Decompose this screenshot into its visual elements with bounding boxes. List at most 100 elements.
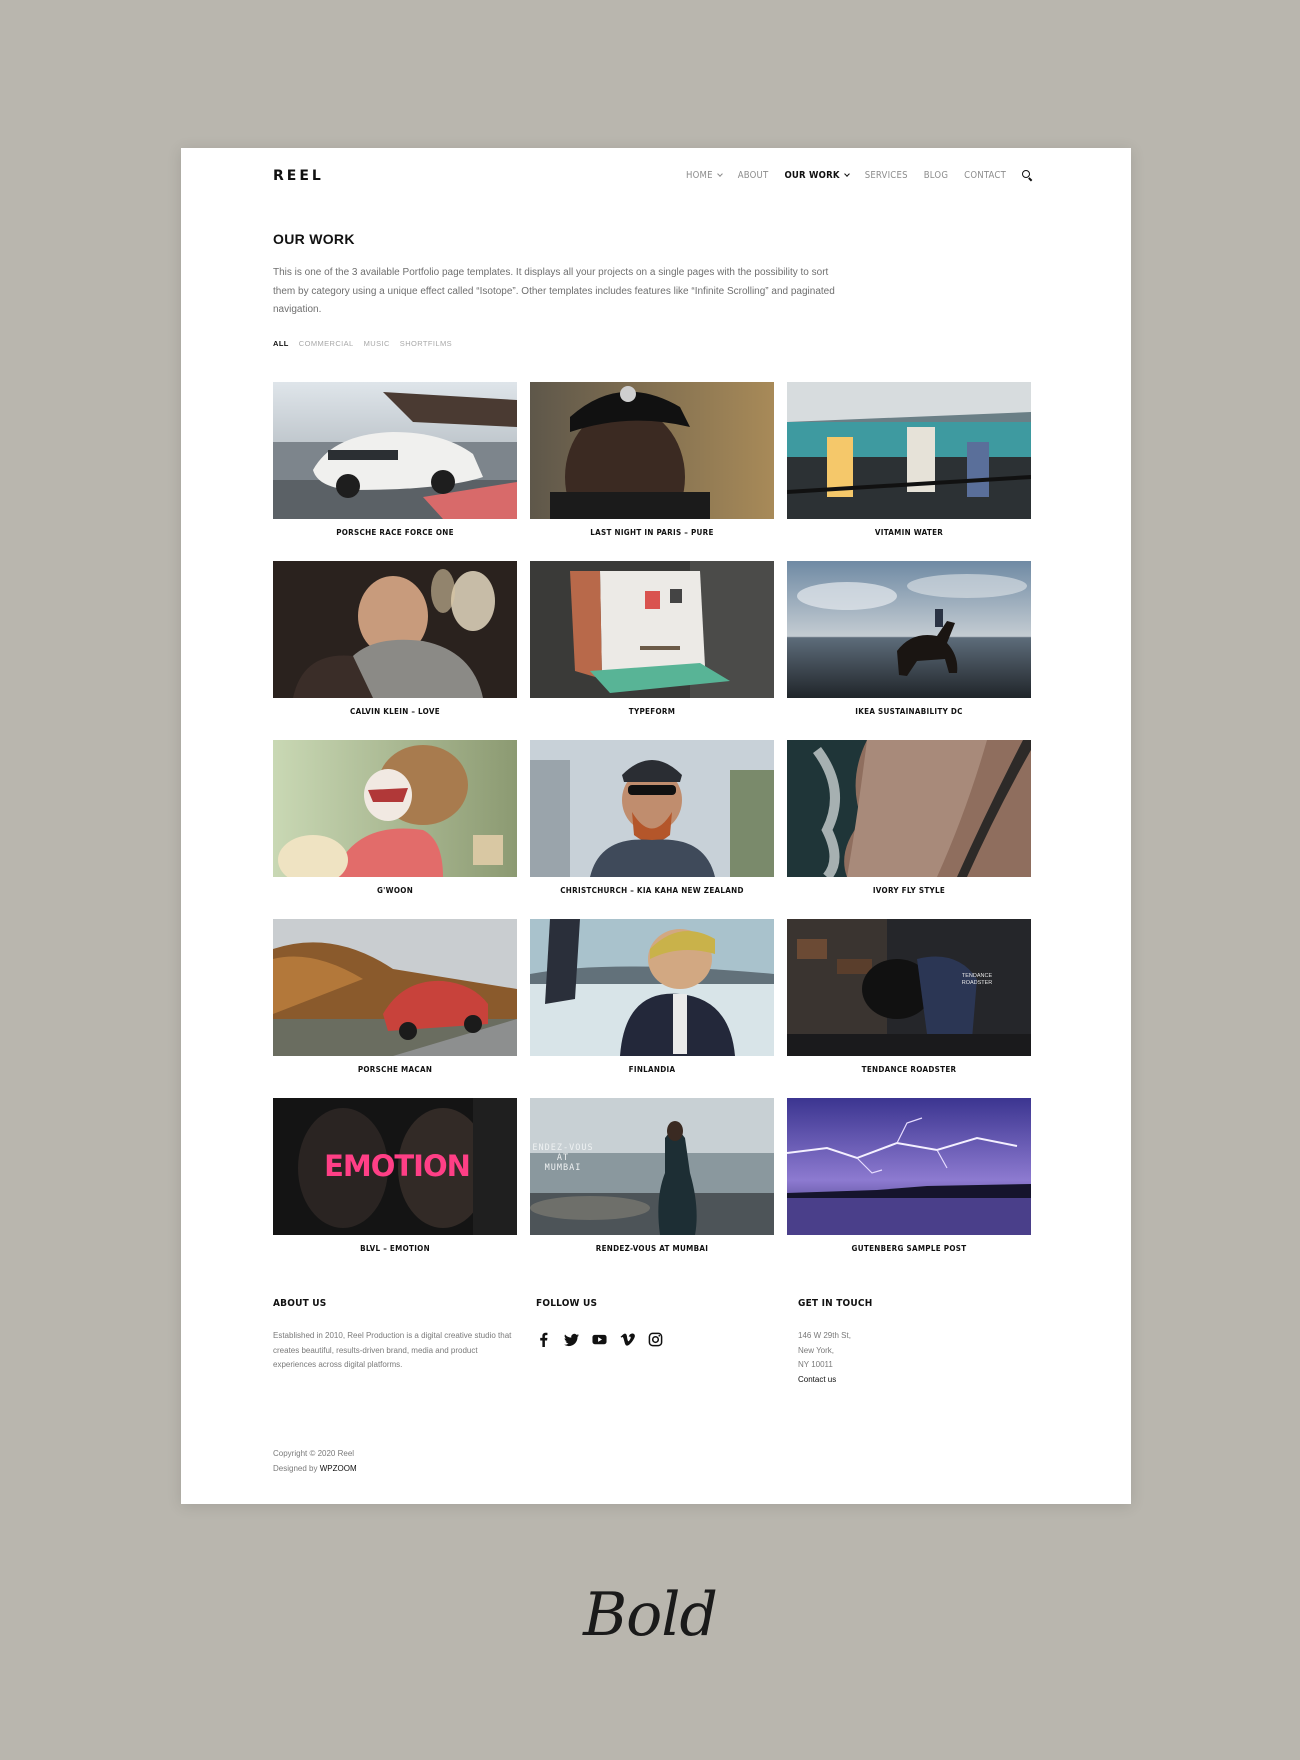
project-title[interactable]: TYPEFORM <box>530 707 774 716</box>
project-thumbnail[interactable] <box>273 740 517 877</box>
site-logo[interactable]: REEL <box>273 168 324 184</box>
vimeo-icon[interactable] <box>620 1332 635 1347</box>
portfolio-item[interactable]: VITAMIN WATER <box>787 382 1031 561</box>
social-links <box>536 1332 663 1347</box>
project-title[interactable]: BLVL – EMOTION <box>273 1244 517 1253</box>
nav-item-blog[interactable]: BLOG <box>924 170 948 181</box>
thumbnail-caption-line: ROADSTER <box>962 980 993 986</box>
project-title[interactable]: TENDANCE ROADSTER <box>787 1065 1031 1074</box>
address-line: New York, <box>798 1345 835 1355</box>
project-thumbnail[interactable] <box>787 740 1031 877</box>
nav-label: OUR WORK <box>784 170 840 181</box>
footer-heading: FOLLOW US <box>536 1298 598 1309</box>
filter-all[interactable]: ALL <box>273 339 289 348</box>
page-title: OUR WORK <box>273 231 355 247</box>
footer-heading: GET IN TOUCH <box>798 1298 873 1309</box>
project-title[interactable]: LAST NIGHT IN PARIS – PURE <box>530 528 774 537</box>
nav-item-our-work[interactable]: OUR WORK <box>784 170 850 181</box>
portfolio-item[interactable]: IKEA SUSTAINABILITY DC <box>787 561 1031 740</box>
project-title[interactable]: IVORY FLY STYLE <box>787 886 1031 895</box>
address-line: 146 W 29th St, <box>798 1331 851 1340</box>
wpzoom-link[interactable]: WPZOOM <box>320 1464 357 1473</box>
project-thumbnail[interactable] <box>530 919 774 1056</box>
project-title[interactable]: PORSCHE RACE FORCE ONE <box>273 528 517 537</box>
project-thumbnail[interactable]: ENDEZ-VOUS AT MUMBAI <box>530 1098 774 1235</box>
twitter-icon[interactable] <box>564 1332 579 1347</box>
project-title[interactable]: GUTENBERG SAMPLE POST <box>787 1244 1031 1253</box>
footer-follow: FOLLOW US <box>536 1298 663 1347</box>
footer-heading: ABOUT US <box>273 1298 327 1309</box>
footer-about: ABOUT US Established in 2010, Reel Produ… <box>273 1298 513 1373</box>
copyright-text: Copyright © 2020 Reel <box>273 1449 355 1458</box>
portfolio-item[interactable]: ENDEZ-VOUS AT MUMBAI RENDEZ-VOUS AT MUMB… <box>530 1098 774 1277</box>
project-thumbnail[interactable]: TENDANCE ROADSTER <box>787 919 1031 1056</box>
thumbnail-caption-line: ENDEZ-VOUS <box>532 1143 593 1153</box>
instagram-icon[interactable] <box>648 1332 663 1347</box>
filter-music[interactable]: MUSIC <box>364 339 390 348</box>
portfolio-grid: PORSCHE RACE FORCE ONE LAST NIGHT IN PAR… <box>273 382 1031 1277</box>
project-thumbnail[interactable]: EMOTION <box>273 1098 517 1235</box>
filter-commercial[interactable]: COMMERCIAL <box>299 339 354 348</box>
style-caption: Bold <box>583 1580 718 1650</box>
project-thumbnail[interactable] <box>530 740 774 877</box>
filter-shortfilms[interactable]: SHORTFILMS <box>400 339 452 348</box>
portfolio-item[interactable]: EMOTION BLVL – EMOTION <box>273 1098 517 1277</box>
nav-item-about[interactable]: ABOUT <box>738 170 769 181</box>
portfolio-filters: ALL COMMERCIAL MUSIC SHORTFILMS <box>273 339 452 348</box>
footer-address: 146 W 29th St, New York, NY 10011 Contac… <box>798 1329 1038 1387</box>
chevron-down-icon <box>716 171 723 177</box>
facebook-icon[interactable] <box>536 1332 551 1347</box>
thumbnail-caption-line: AT <box>557 1153 569 1163</box>
project-title[interactable]: FINLANDIA <box>530 1065 774 1074</box>
project-title[interactable]: VITAMIN WATER <box>787 528 1031 537</box>
search-icon[interactable] <box>1022 170 1033 181</box>
youtube-icon[interactable] <box>592 1332 607 1347</box>
portfolio-item[interactable]: GUTENBERG SAMPLE POST <box>787 1098 1031 1277</box>
nav-item-services[interactable]: SERVICES <box>865 170 908 181</box>
nav-item-home[interactable]: HOME <box>685 170 723 181</box>
project-thumbnail[interactable] <box>273 382 517 519</box>
portfolio-item[interactable]: CALVIN KLEIN – LOVE <box>273 561 517 740</box>
portfolio-item[interactable]: LAST NIGHT IN PARIS – PURE <box>530 382 774 561</box>
thumbnail-caption-line: TENDANCE <box>962 973 993 979</box>
chevron-down-icon <box>843 171 850 177</box>
portfolio-item[interactable]: FINLANDIA <box>530 919 774 1098</box>
nav-label: HOME <box>685 170 713 181</box>
portfolio-item[interactable]: TYPEFORM <box>530 561 774 740</box>
copyright: Copyright © 2020 Reel Designed by WPZOOM <box>273 1447 357 1476</box>
project-title[interactable]: RENDEZ-VOUS AT MUMBAI <box>530 1244 774 1253</box>
thumbnail-emotion-text: EMOTION <box>324 1149 470 1183</box>
nav-label: ABOUT <box>737 170 769 181</box>
project-thumbnail[interactable] <box>530 382 774 519</box>
project-title[interactable]: PORSCHE MACAN <box>273 1065 517 1074</box>
nav-item-contact[interactable]: CONTACT <box>964 170 1006 181</box>
portfolio-item[interactable]: IVORY FLY STYLE <box>787 740 1031 919</box>
portfolio-item[interactable]: PORSCHE RACE FORCE ONE <box>273 382 517 561</box>
project-thumbnail[interactable] <box>530 561 774 698</box>
project-title[interactable]: IKEA SUSTAINABILITY DC <box>787 707 1031 716</box>
project-thumbnail[interactable] <box>787 1098 1031 1235</box>
portfolio-item[interactable]: CHRISTCHURCH – KIA KAHA NEW ZEALAND <box>530 740 774 919</box>
nav-label: BLOG <box>923 170 949 181</box>
address-line: NY 10011 <box>798 1360 833 1369</box>
portfolio-item[interactable]: G'WOON <box>273 740 517 919</box>
project-title[interactable]: CALVIN KLEIN – LOVE <box>273 707 517 716</box>
portfolio-item[interactable]: PORSCHE MACAN <box>273 919 517 1098</box>
main-nav: HOME ABOUT OUR WORK SERVICES BLOG CONTAC… <box>686 170 1033 181</box>
project-title[interactable]: CHRISTCHURCH – KIA KAHA NEW ZEALAND <box>530 886 774 895</box>
page-sheet: REEL HOME ABOUT OUR WORK SERVICES BLOG C… <box>181 148 1131 1504</box>
portfolio-item[interactable]: TENDANCE ROADSTER TENDANCE ROADSTER <box>787 919 1031 1098</box>
nav-label: CONTACT <box>964 170 1006 181</box>
project-thumbnail[interactable] <box>273 561 517 698</box>
project-thumbnail[interactable] <box>787 561 1031 698</box>
footer-contact: GET IN TOUCH 146 W 29th St, New York, NY… <box>798 1298 1038 1387</box>
nav-label: SERVICES <box>864 170 908 181</box>
project-title[interactable]: G'WOON <box>273 886 517 895</box>
project-thumbnail[interactable] <box>273 919 517 1056</box>
designed-by: Designed by WPZOOM <box>273 1462 357 1477</box>
thumbnail-caption-line: MUMBAI <box>545 1163 582 1173</box>
project-thumbnail[interactable] <box>787 382 1031 519</box>
footer-about-text: Established in 2010, Reel Production is … <box>273 1331 512 1369</box>
page-intro: This is one of the 3 available Portfolio… <box>273 267 835 315</box>
contact-us-link[interactable]: Contact us <box>798 1373 1038 1388</box>
